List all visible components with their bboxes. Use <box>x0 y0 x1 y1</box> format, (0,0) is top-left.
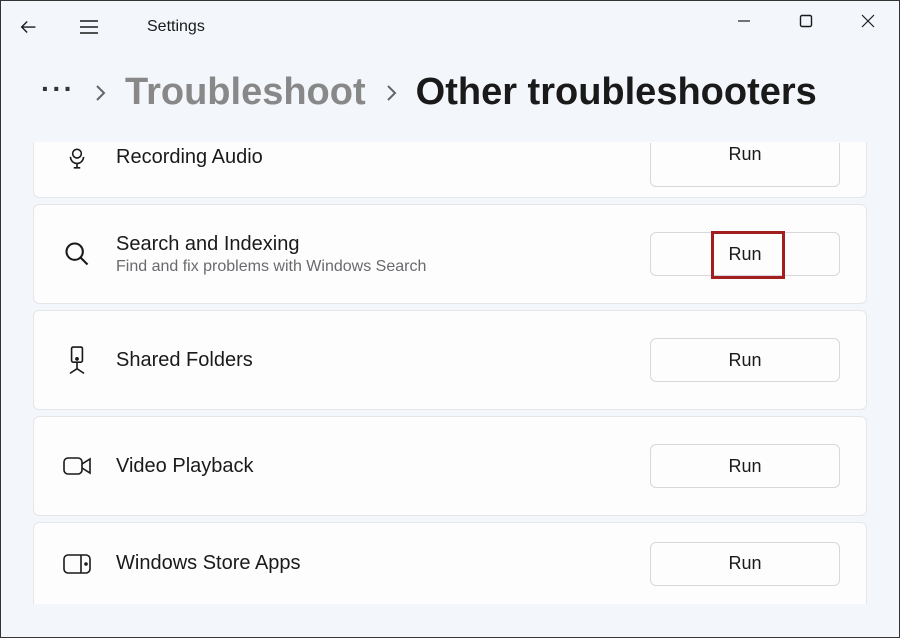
shared-folders-icon <box>60 344 94 376</box>
breadcrumb: ··· Troubleshoot Other troubleshooters <box>1 53 899 142</box>
troubleshooter-card-video-playback: Video Playback Run <box>33 416 867 516</box>
back-arrow-icon <box>18 16 40 38</box>
troubleshooter-title: Shared Folders <box>116 349 650 372</box>
search-icon <box>60 240 94 268</box>
run-button[interactable]: Run <box>650 338 840 382</box>
troubleshooter-card-search-indexing: Search and Indexing Find and fix problem… <box>33 204 867 304</box>
run-button[interactable]: Run <box>650 542 840 586</box>
troubleshooter-title: Windows Store Apps <box>116 552 650 575</box>
troubleshooter-list: Recording Audio Run Search and Indexing … <box>1 142 899 604</box>
store-apps-icon <box>60 553 94 575</box>
troubleshooter-card-windows-store-apps: Windows Store Apps Run <box>33 522 867 604</box>
chevron-right-icon <box>384 83 398 103</box>
minimize-icon <box>737 14 751 28</box>
breadcrumb-parent-link[interactable]: Troubleshoot <box>125 71 366 114</box>
close-icon <box>861 14 875 28</box>
minimize-button[interactable] <box>713 1 775 41</box>
microphone-icon <box>60 145 94 171</box>
troubleshooter-card-recording-audio: Recording Audio Run <box>33 142 867 198</box>
titlebar-left: Settings <box>9 7 205 47</box>
hamburger-icon <box>79 19 99 35</box>
app-title: Settings <box>147 18 205 36</box>
video-icon <box>60 454 94 478</box>
troubleshooter-title: Search and Indexing <box>116 233 650 256</box>
close-button[interactable] <box>837 1 899 41</box>
run-button[interactable]: Run <box>650 444 840 488</box>
back-button[interactable] <box>9 7 49 47</box>
run-button[interactable]: Run <box>650 143 840 187</box>
run-button[interactable]: Run <box>650 232 840 276</box>
menu-button[interactable] <box>69 7 109 47</box>
breadcrumb-current: Other troubleshooters <box>416 71 817 114</box>
window-controls <box>713 1 899 41</box>
breadcrumb-overflow-button[interactable]: ··· <box>41 73 75 113</box>
chevron-right-icon <box>93 83 107 103</box>
maximize-button[interactable] <box>775 1 837 41</box>
troubleshooter-description: Find and fix problems with Windows Searc… <box>116 258 650 276</box>
maximize-icon <box>799 14 813 28</box>
troubleshooter-card-shared-folders: Shared Folders Run <box>33 310 867 410</box>
titlebar: Settings <box>1 1 899 53</box>
troubleshooter-title: Video Playback <box>116 455 650 478</box>
